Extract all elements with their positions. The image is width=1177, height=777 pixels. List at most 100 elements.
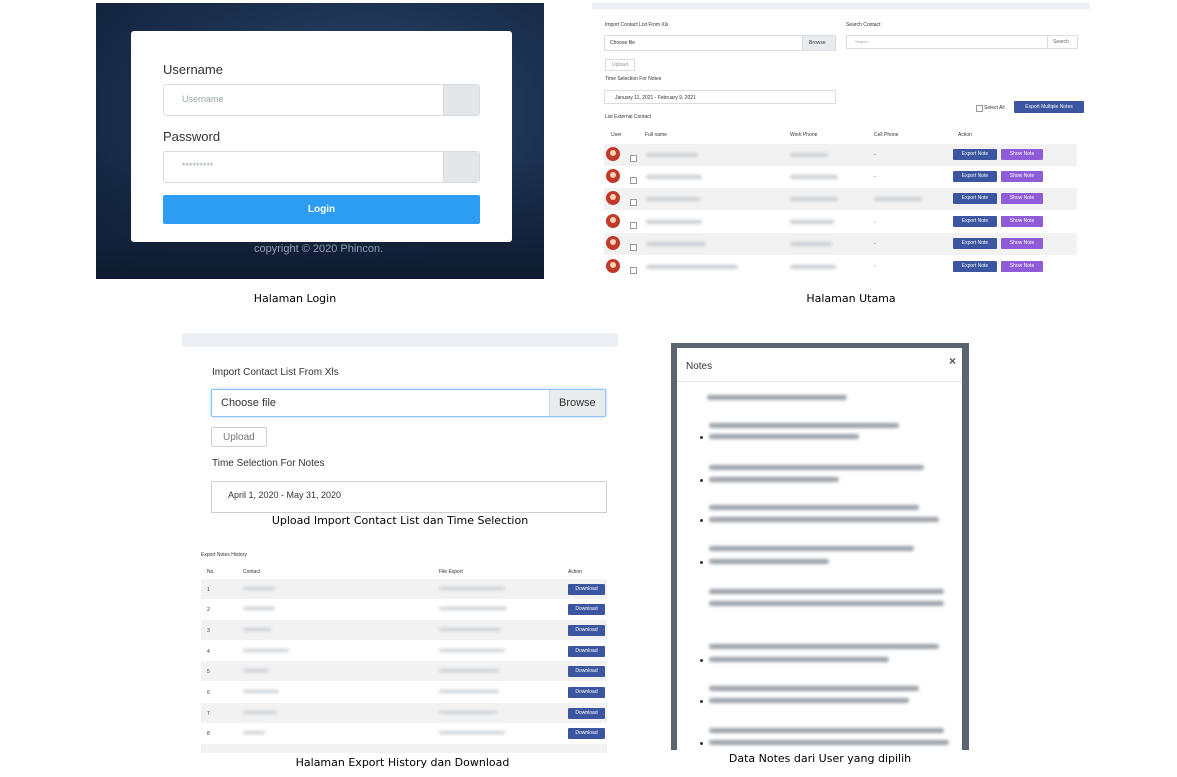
row-checkbox[interactable] xyxy=(630,177,637,184)
redacted-contact xyxy=(243,731,265,734)
redacted-cell xyxy=(874,197,922,201)
row-number: 1 xyxy=(207,587,210,593)
search-label: Search Contact xyxy=(846,22,881,28)
password-addon xyxy=(443,152,479,182)
top-bar xyxy=(592,3,1090,9)
export-note-button[interactable]: Export Note xyxy=(953,261,997,272)
search-button[interactable]: Search xyxy=(1047,35,1078,49)
import-label: Import Contact List From Xls xyxy=(212,367,339,378)
upload-label: Upload xyxy=(612,62,628,68)
username-field[interactable]: Username xyxy=(163,84,480,116)
bullet xyxy=(700,561,703,564)
redacted-name xyxy=(646,197,700,201)
bullet xyxy=(700,742,703,745)
login-card: Username Username Password ********* Log… xyxy=(131,31,512,242)
caption-main: Halaman Utama xyxy=(806,292,896,305)
top-band xyxy=(182,333,618,347)
download-button[interactable]: Download xyxy=(568,728,605,739)
download-button[interactable]: Download xyxy=(568,708,605,719)
download-button[interactable]: Download xyxy=(568,625,605,636)
row-checkbox[interactable] xyxy=(630,222,637,229)
download-button[interactable]: Download xyxy=(568,666,605,677)
show-note-button[interactable]: Show Note xyxy=(1001,238,1043,249)
export-title: Export Notes History xyxy=(201,552,247,558)
username-placeholder: Username xyxy=(182,94,224,104)
redacted-note-line xyxy=(709,477,839,482)
table-row: 5 Download xyxy=(201,661,607,681)
avatar xyxy=(606,236,620,250)
redacted-phone xyxy=(790,242,832,246)
download-button[interactable]: Download xyxy=(568,687,605,698)
export-note-button[interactable]: Export Note xyxy=(953,216,997,227)
browse-label: Browse xyxy=(559,397,596,409)
export-note-button[interactable]: Export Note xyxy=(953,171,997,182)
close-icon[interactable]: × xyxy=(949,354,956,368)
col-fullname: Full name xyxy=(645,132,667,138)
row-checkbox[interactable] xyxy=(630,199,637,206)
file-input[interactable]: Choose file Browse xyxy=(604,35,836,51)
browse-button[interactable]: Browse xyxy=(802,36,835,50)
export-note-button[interactable]: Export Note xyxy=(953,193,997,204)
caption-login: Halaman Login xyxy=(253,292,337,305)
col-cellphone: Cell Phone xyxy=(874,132,899,138)
download-button[interactable]: Download xyxy=(568,646,605,657)
upload-button[interactable]: Upload xyxy=(605,59,635,71)
choose-file-text: Choose file xyxy=(221,397,277,409)
cell-dash: - xyxy=(874,174,876,180)
list-title: List External Contact xyxy=(605,114,652,120)
show-note-button[interactable]: Show Note xyxy=(1001,149,1043,160)
contact-row: - Export Note Show Note xyxy=(604,166,1077,188)
show-note-button[interactable]: Show Note xyxy=(1001,261,1043,272)
redacted-name xyxy=(646,242,706,246)
show-note-button[interactable]: Show Note xyxy=(1001,171,1043,182)
browse-button[interactable]: Browse xyxy=(549,390,605,416)
notes-modal-screenshot: Notes × xyxy=(671,343,969,750)
date-range-input[interactable]: April 1, 2020 - May 31, 2020 xyxy=(211,481,607,513)
download-button[interactable]: Download xyxy=(568,604,605,615)
contact-row: - Export Note Show Note xyxy=(604,144,1077,166)
col-contact: Contact xyxy=(243,569,261,575)
col-no: No. xyxy=(207,569,215,575)
search-input[interactable]: Search xyxy=(846,35,1048,49)
table-row: 8 Download xyxy=(201,723,607,743)
time-label: Time Selection For Notes xyxy=(212,458,325,469)
password-field[interactable]: ********* xyxy=(163,151,480,183)
show-note-button[interactable]: Show Note xyxy=(1001,216,1043,227)
caption-export: Halaman Export History dan Download xyxy=(295,756,510,769)
upload-button[interactable]: Upload xyxy=(211,427,267,447)
export-note-button[interactable]: Export Note xyxy=(953,149,997,160)
date-range-input[interactable]: January 11, 2021 - February 9, 2021 xyxy=(604,90,836,104)
redacted-file xyxy=(439,711,497,714)
upload-screenshot: Import Contact List From Xls Choose file… xyxy=(182,333,618,516)
row-checkbox[interactable] xyxy=(630,244,637,251)
redacted-note-line xyxy=(709,559,829,564)
redacted-phone xyxy=(790,220,834,224)
row-number: 5 xyxy=(207,669,210,675)
select-all-checkbox[interactable] xyxy=(976,105,983,112)
avatar xyxy=(606,259,620,273)
redacted-note-line xyxy=(709,546,914,551)
table-row: 1 Download xyxy=(201,579,607,599)
username-addon xyxy=(443,85,479,115)
contact-row: - Export Note Show Note xyxy=(604,211,1077,233)
browse-label: Browse xyxy=(809,40,826,46)
show-note-button[interactable]: Show Note xyxy=(1001,193,1043,204)
row-number: 6 xyxy=(207,690,210,696)
row-checkbox[interactable] xyxy=(630,155,637,162)
export-multiple-button[interactable]: Export Multiple Notes xyxy=(1014,101,1084,113)
row-number: 2 xyxy=(207,607,210,613)
export-note-button[interactable]: Export Note xyxy=(953,238,997,249)
table-row: 3 Download xyxy=(201,620,607,640)
row-checkbox[interactable] xyxy=(630,267,637,274)
contact-row: - Export Note Show Note xyxy=(604,256,1077,278)
file-input[interactable]: Choose file Browse xyxy=(211,389,606,417)
bullet xyxy=(700,436,703,439)
download-button[interactable]: Download xyxy=(568,584,605,595)
login-button[interactable]: Login xyxy=(163,195,480,224)
redacted-contact xyxy=(243,607,275,610)
col-action: Action xyxy=(958,132,972,138)
date-range-text: January 11, 2021 - February 9, 2021 xyxy=(615,95,696,101)
bullet xyxy=(700,659,703,662)
date-range-text: April 1, 2020 - May 31, 2020 xyxy=(228,490,342,500)
cell-dash: - xyxy=(874,219,876,225)
